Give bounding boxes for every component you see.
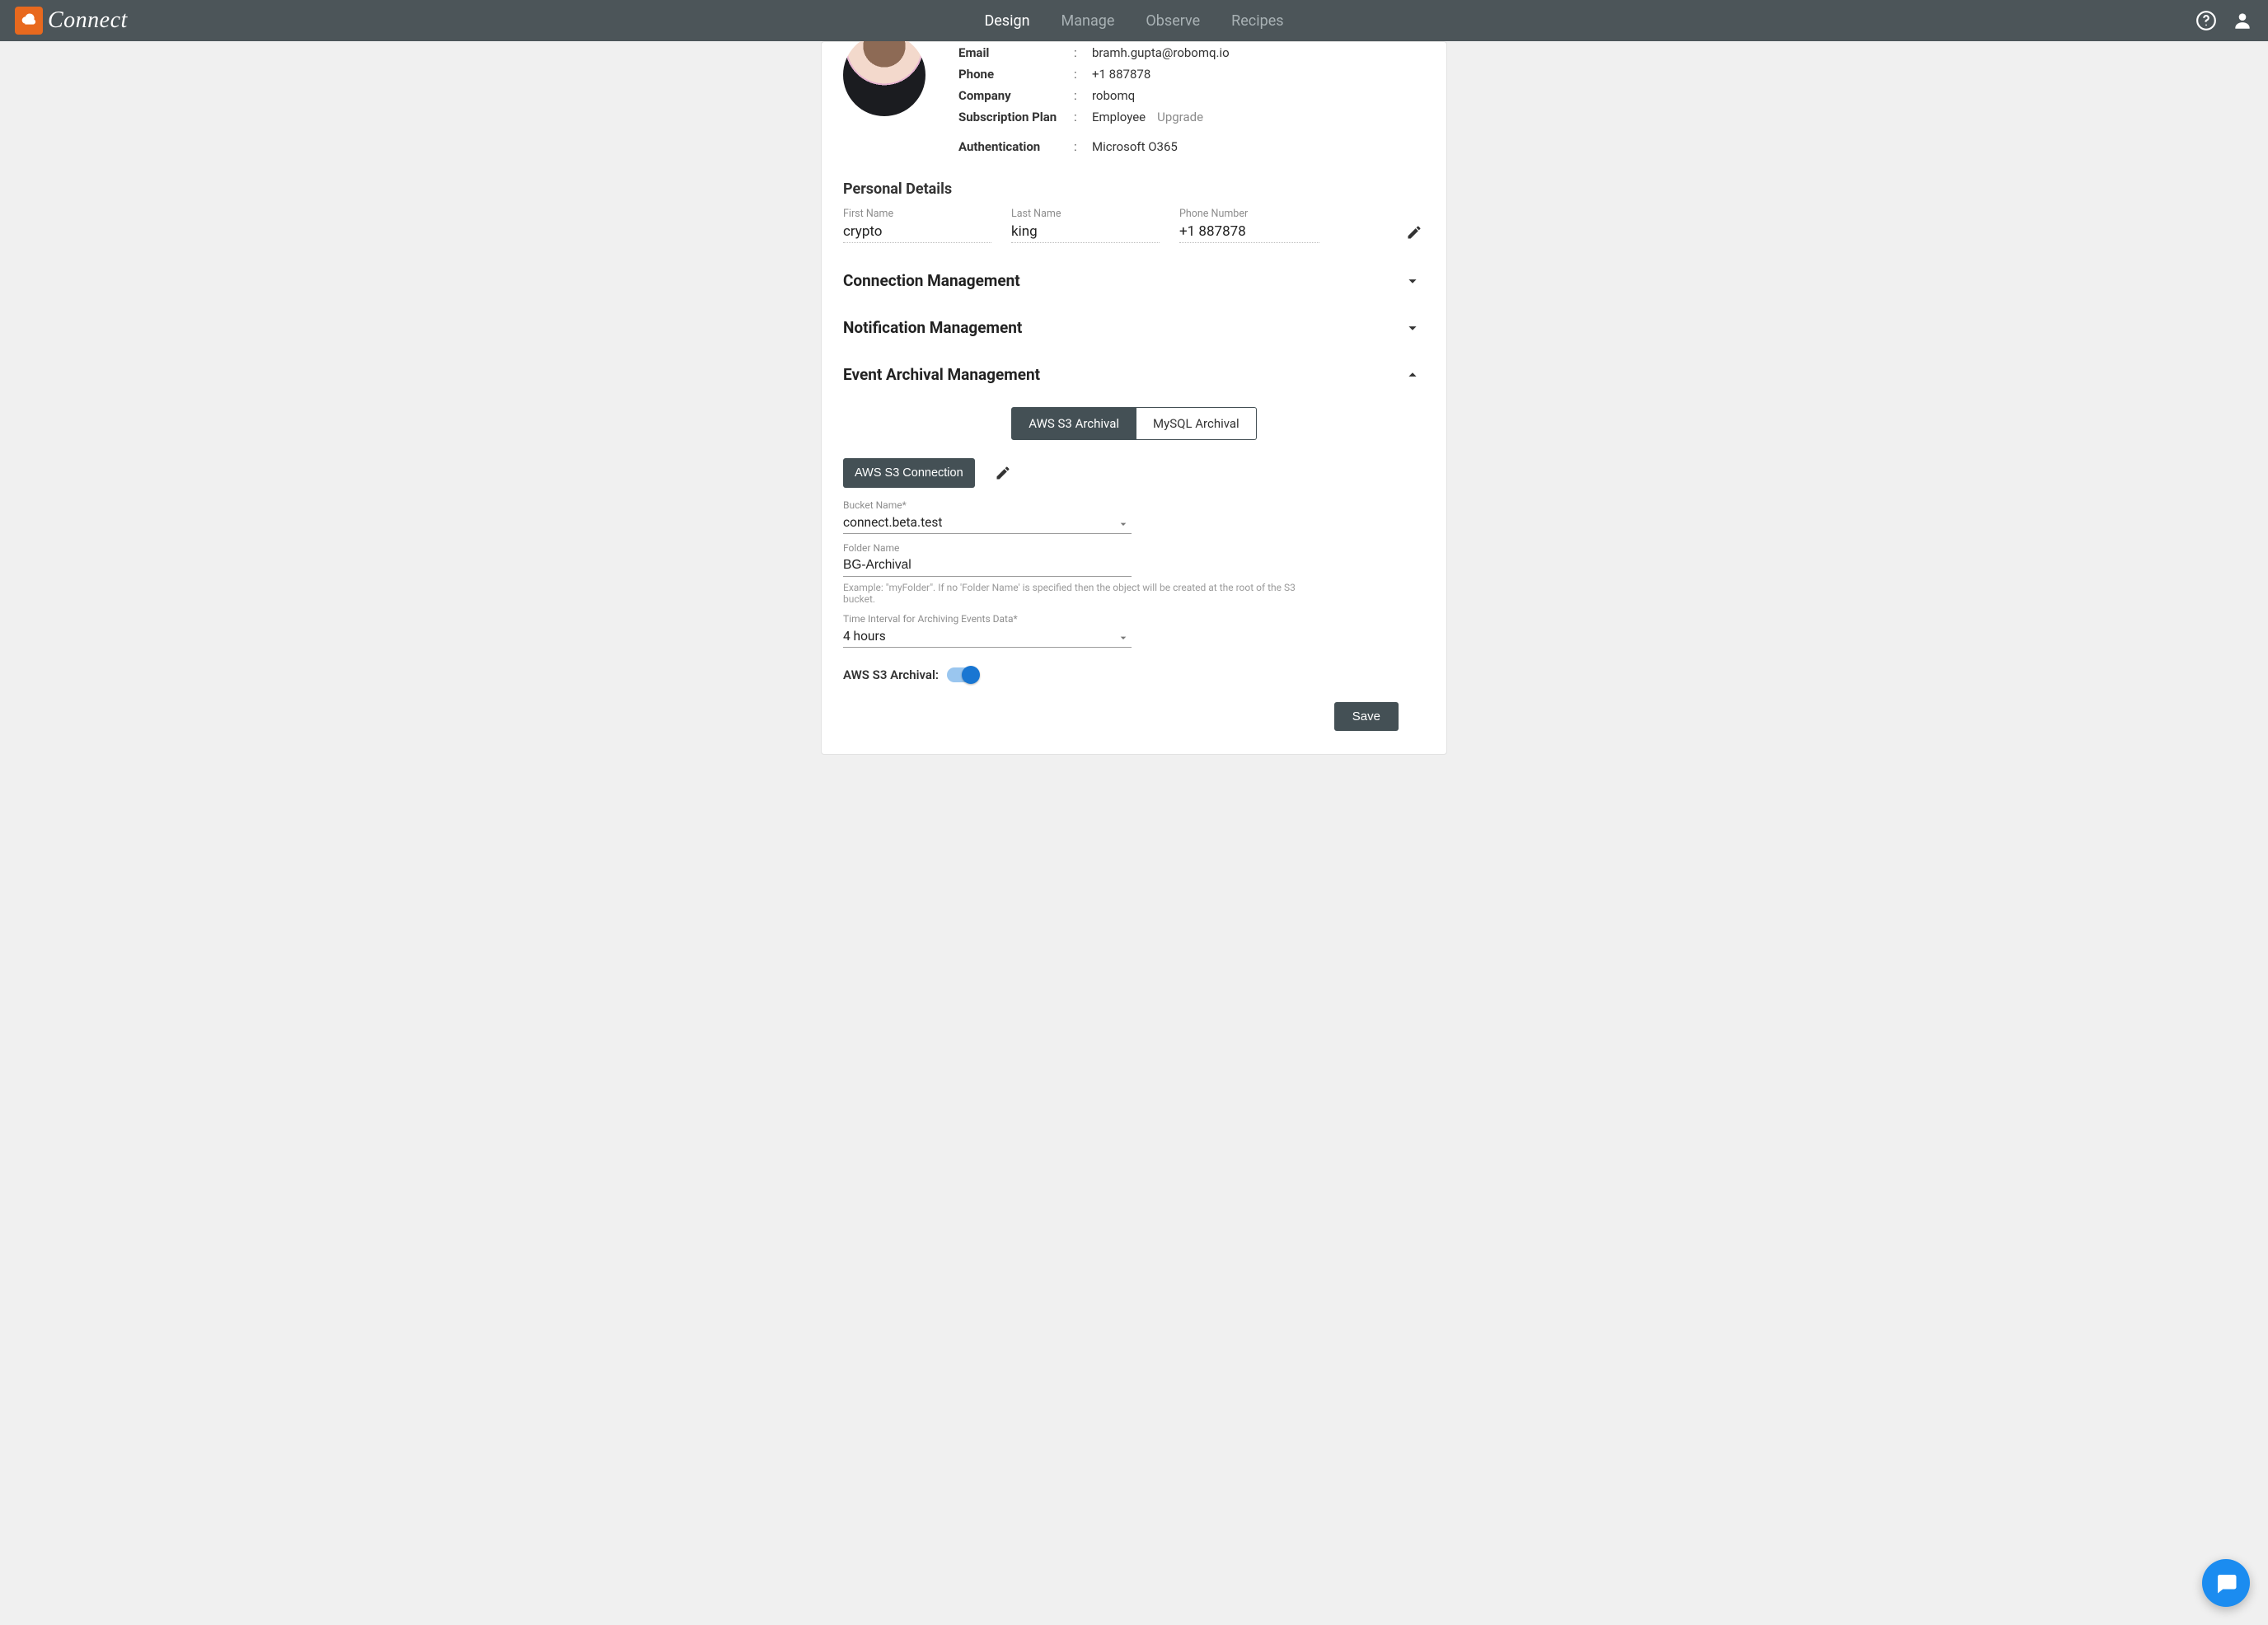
email-label: Email (958, 45, 1074, 60)
personal-details-row: First Name crypto Last Name king Phone N… (822, 198, 1446, 243)
pd-phone-value: +1 887878 (1179, 223, 1319, 243)
auth-value: Microsoft O365 (1092, 139, 1178, 154)
aws-archival-toggle-label: AWS S3 Archival: (843, 667, 939, 682)
edit-aws-connection-button[interactable] (995, 465, 1011, 481)
nav-right (2195, 10, 2253, 31)
tab-mysql[interactable]: MySQL Archival (1136, 407, 1257, 440)
avatar (843, 34, 925, 116)
tab-aws-s3[interactable]: AWS S3 Archival (1011, 407, 1136, 440)
first-name-value: crypto (843, 223, 991, 243)
chevron-up-icon (1403, 366, 1422, 384)
nav-link-recipes[interactable]: Recipes (1231, 12, 1283, 30)
aws-archival-toggle-row: AWS S3 Archival: (822, 656, 1446, 682)
top-nav: Connect Design Manage Observe Recipes (0, 0, 2268, 41)
notification-title: Notification Management (843, 318, 1022, 337)
archival-tabs: AWS S3 Archival MySQL Archival (822, 407, 1446, 440)
brand-badge-icon (15, 7, 43, 35)
chat-widget-button[interactable] (2202, 1559, 2250, 1607)
upgrade-link[interactable]: Upgrade (1157, 110, 1203, 124)
plan-label: Subscription Plan (958, 110, 1074, 124)
nav-center: Design Manage Observe Recipes (984, 12, 1283, 30)
profile-icon[interactable] (2232, 10, 2253, 31)
accordion-connection[interactable]: Connection Management (822, 243, 1446, 290)
bucket-select[interactable]: connect.beta.test (843, 513, 1132, 534)
brand-name: Connect (48, 7, 128, 34)
accordion-archival[interactable]: Event Archival Management (822, 337, 1446, 384)
plan-value: Employee (1092, 110, 1146, 124)
profile-info: Email : bramh.gupta@robomq.io Phone : +1… (958, 42, 1425, 157)
archival-title: Event Archival Management (843, 365, 1040, 384)
chevron-down-icon (1403, 272, 1422, 290)
help-icon[interactable] (2195, 10, 2217, 31)
company-value: robomq (1092, 88, 1135, 103)
pencil-icon (1406, 224, 1422, 241)
personal-details-title: Personal Details (822, 157, 1446, 198)
last-name-value: king (1011, 223, 1160, 243)
folder-input[interactable] (843, 555, 1132, 577)
accordion-notification[interactable]: Notification Management (822, 290, 1446, 337)
aws-archival-toggle[interactable] (947, 667, 978, 682)
email-value: bramh.gupta@robomq.io (1092, 45, 1230, 60)
company-label: Company (958, 88, 1074, 103)
aws-connection-button[interactable]: AWS S3 Connection (843, 458, 975, 488)
toggle-knob-icon (962, 666, 980, 684)
pd-phone-label: Phone Number (1179, 208, 1319, 220)
nav-link-manage[interactable]: Manage (1061, 12, 1115, 30)
nav-link-design[interactable]: Design (984, 12, 1029, 30)
nav-link-observe[interactable]: Observe (1146, 12, 1200, 30)
pencil-icon (995, 465, 1011, 481)
actions: Save (822, 682, 1446, 731)
auth-label: Authentication (958, 139, 1074, 154)
chevron-down-icon (1403, 319, 1422, 337)
archival-form: Bucket Name* connect.beta.test Folder Na… (822, 488, 1446, 648)
bucket-label: Bucket Name* (843, 499, 1425, 511)
connection-title: Connection Management (843, 271, 1020, 290)
settings-card: Email : bramh.gupta@robomq.io Phone : +1… (821, 41, 1447, 755)
phone-label: Phone (958, 67, 1074, 82)
chat-icon (2214, 1571, 2238, 1595)
aws-connection-row: AWS S3 Connection (822, 440, 1446, 488)
last-name-label: Last Name (1011, 208, 1160, 220)
folder-hint: Example: "myFolder". If no 'Folder Name'… (843, 582, 1305, 605)
edit-personal-details-button[interactable] (1403, 222, 1425, 243)
first-name-label: First Name (843, 208, 991, 220)
folder-label: Folder Name (843, 542, 1425, 554)
phone-value: +1 887878 (1092, 67, 1150, 82)
interval-label: Time Interval for Archiving Events Data* (843, 613, 1425, 625)
profile-head: Email : bramh.gupta@robomq.io Phone : +1… (822, 42, 1446, 157)
save-button[interactable]: Save (1334, 702, 1399, 731)
brand-logo: Connect (15, 7, 128, 35)
interval-select[interactable]: 4 hours (843, 626, 1132, 648)
